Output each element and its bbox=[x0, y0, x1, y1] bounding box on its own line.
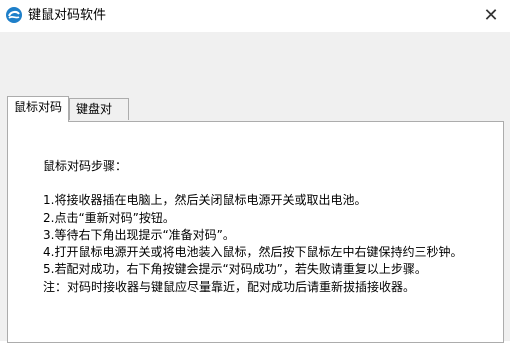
app-logo-icon bbox=[6, 7, 22, 23]
window-title: 键鼠对码软件 bbox=[28, 8, 107, 23]
tab-strip: 鼠标对码 键盘对码 bbox=[7, 96, 506, 137]
instruction-step: 4.打开鼠标电源开关或将电池装入鼠标，然后按下鼠标左中右键保持约三秒钟。 bbox=[43, 245, 463, 260]
instruction-step: 1.将接收器插在电脑上，然后关闭鼠标电源开关或取出电池。 bbox=[43, 193, 367, 208]
instruction-step: 2.点击“重新对码”按钮。 bbox=[43, 210, 175, 225]
client-area: 鼠标对码 键盘对码 鼠标对码步骤： 1.将接收器插在电脑上，然后关闭鼠标电源开关… bbox=[0, 92, 510, 343]
tab-panel-mouse-pairing: 鼠标对码步骤： 1.将接收器插在电脑上，然后关闭鼠标电源开关或取出电池。 2.点… bbox=[7, 121, 504, 343]
title-bar: 键鼠对码软件 ✕ bbox=[0, 0, 510, 32]
instruction-step: 5.若配对成功，右下角按键会提示“对码成功”，若失败请重复以上步骤。 bbox=[43, 262, 427, 277]
instruction-note: 注：对码时接收器与键鼠应尽量靠近，配对成功后请重新拔插接收器。 bbox=[43, 279, 416, 294]
close-icon: ✕ bbox=[483, 4, 499, 26]
instructions-heading: 鼠标对码步骤： bbox=[43, 159, 128, 173]
instructions: 鼠标对码步骤： 1.将接收器插在电脑上，然后关闭鼠标电源开关或取出电池。 2.点… bbox=[43, 158, 462, 296]
tab-keyboard-pairing[interactable]: 键盘对码 bbox=[69, 98, 129, 137]
close-button[interactable]: ✕ bbox=[476, 2, 506, 28]
tab-mouse-pairing[interactable]: 鼠标对码 bbox=[7, 96, 69, 122]
header-area bbox=[0, 32, 510, 92]
instruction-step: 3.等待右下角出现提示“准备对码”。 bbox=[43, 227, 235, 242]
